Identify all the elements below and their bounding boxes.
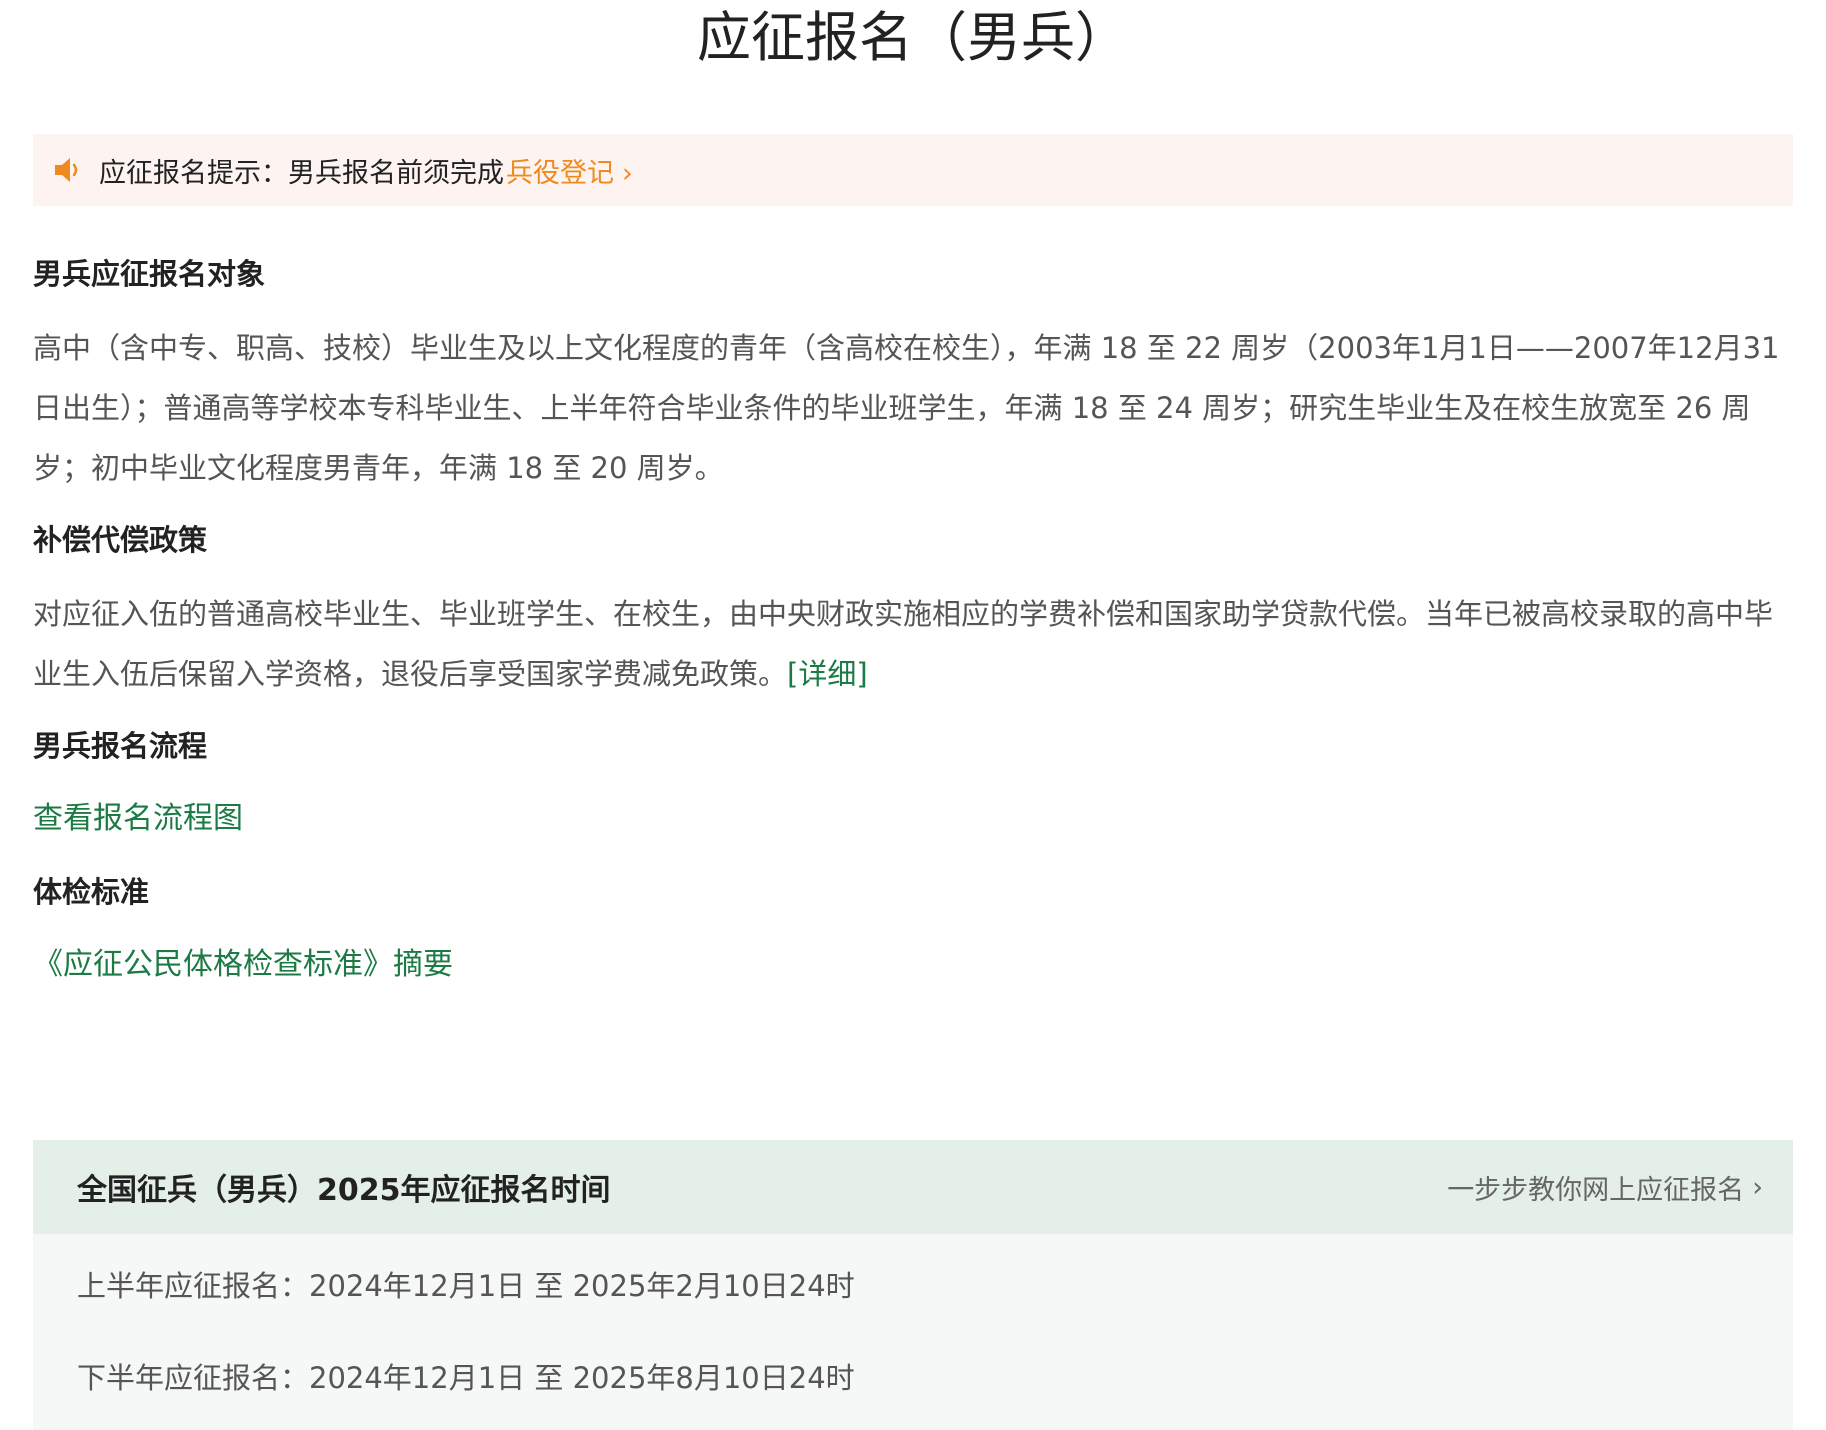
chevron-right-icon: › <box>622 157 633 189</box>
physical-standard-link[interactable]: 《应征公民体格检查标准》摘要 <box>33 945 453 985</box>
notice-label: 应征报名提示：男兵报名前须完成 <box>99 157 504 189</box>
schedule-title: 全国征兵（男兵）2025年应征报名时间 <box>77 1173 611 1208</box>
guide-link-label: 一步步教你网上应征报名 <box>1447 1174 1745 1206</box>
eligibility-text: 高中（含中专、职高、技校）毕业生及以上文化程度的青年（含高校在校生），年满 18… <box>33 331 1780 485</box>
military-registration-link-label: 兵役登记 <box>506 157 614 189</box>
compensation-paragraph: 对应征入伍的普通高校毕业生、毕业班学生、在校生，由中央财政实施相应的学费补偿和国… <box>33 584 1793 704</box>
compensation-text: 对应征入伍的普通高校毕业生、毕业班学生、在校生，由中央财政实施相应的学费补偿和国… <box>33 597 1774 691</box>
compensation-heading: 补偿代偿政策 <box>33 523 208 557</box>
page-content: 应征报名（男兵） 应征报名提示：男兵报名前须完成 兵役登记 › 男兵应征报名对象 … <box>33 0 1793 985</box>
compensation-detail-link[interactable]: [详细] <box>787 657 868 691</box>
page-title: 应征报名（男兵） <box>697 6 1129 69</box>
eligibility-heading: 男兵应征报名对象 <box>33 257 266 291</box>
second-half-registration-period: 下半年应征报名：2024年12月1日 至 2025年8月10日24时 <box>77 1361 855 1395</box>
registration-notice-bar: 应征报名提示：男兵报名前须完成 兵役登记 › <box>33 134 1793 206</box>
speaker-icon <box>53 155 87 185</box>
process-heading: 男兵报名流程 <box>33 729 208 763</box>
online-registration-guide-link[interactable]: 一步步教你网上应征报名 › <box>1447 1168 1763 1207</box>
registration-schedule-card: 全国征兵（男兵）2025年应征报名时间 一步步教你网上应征报名 › 上半年应征报… <box>33 1140 1793 1430</box>
chevron-right-icon: › <box>1752 1171 1763 1203</box>
first-half-registration-period: 上半年应征报名：2024年12月1日 至 2025年2月10日24时 <box>77 1269 855 1303</box>
military-registration-link[interactable]: 兵役登记 › <box>506 151 633 190</box>
physical-standard-heading: 体检标准 <box>33 875 150 909</box>
schedule-header: 全国征兵（男兵）2025年应征报名时间 一步步教你网上应征报名 › <box>33 1140 1793 1234</box>
view-process-chart-link[interactable]: 查看报名流程图 <box>33 799 243 839</box>
